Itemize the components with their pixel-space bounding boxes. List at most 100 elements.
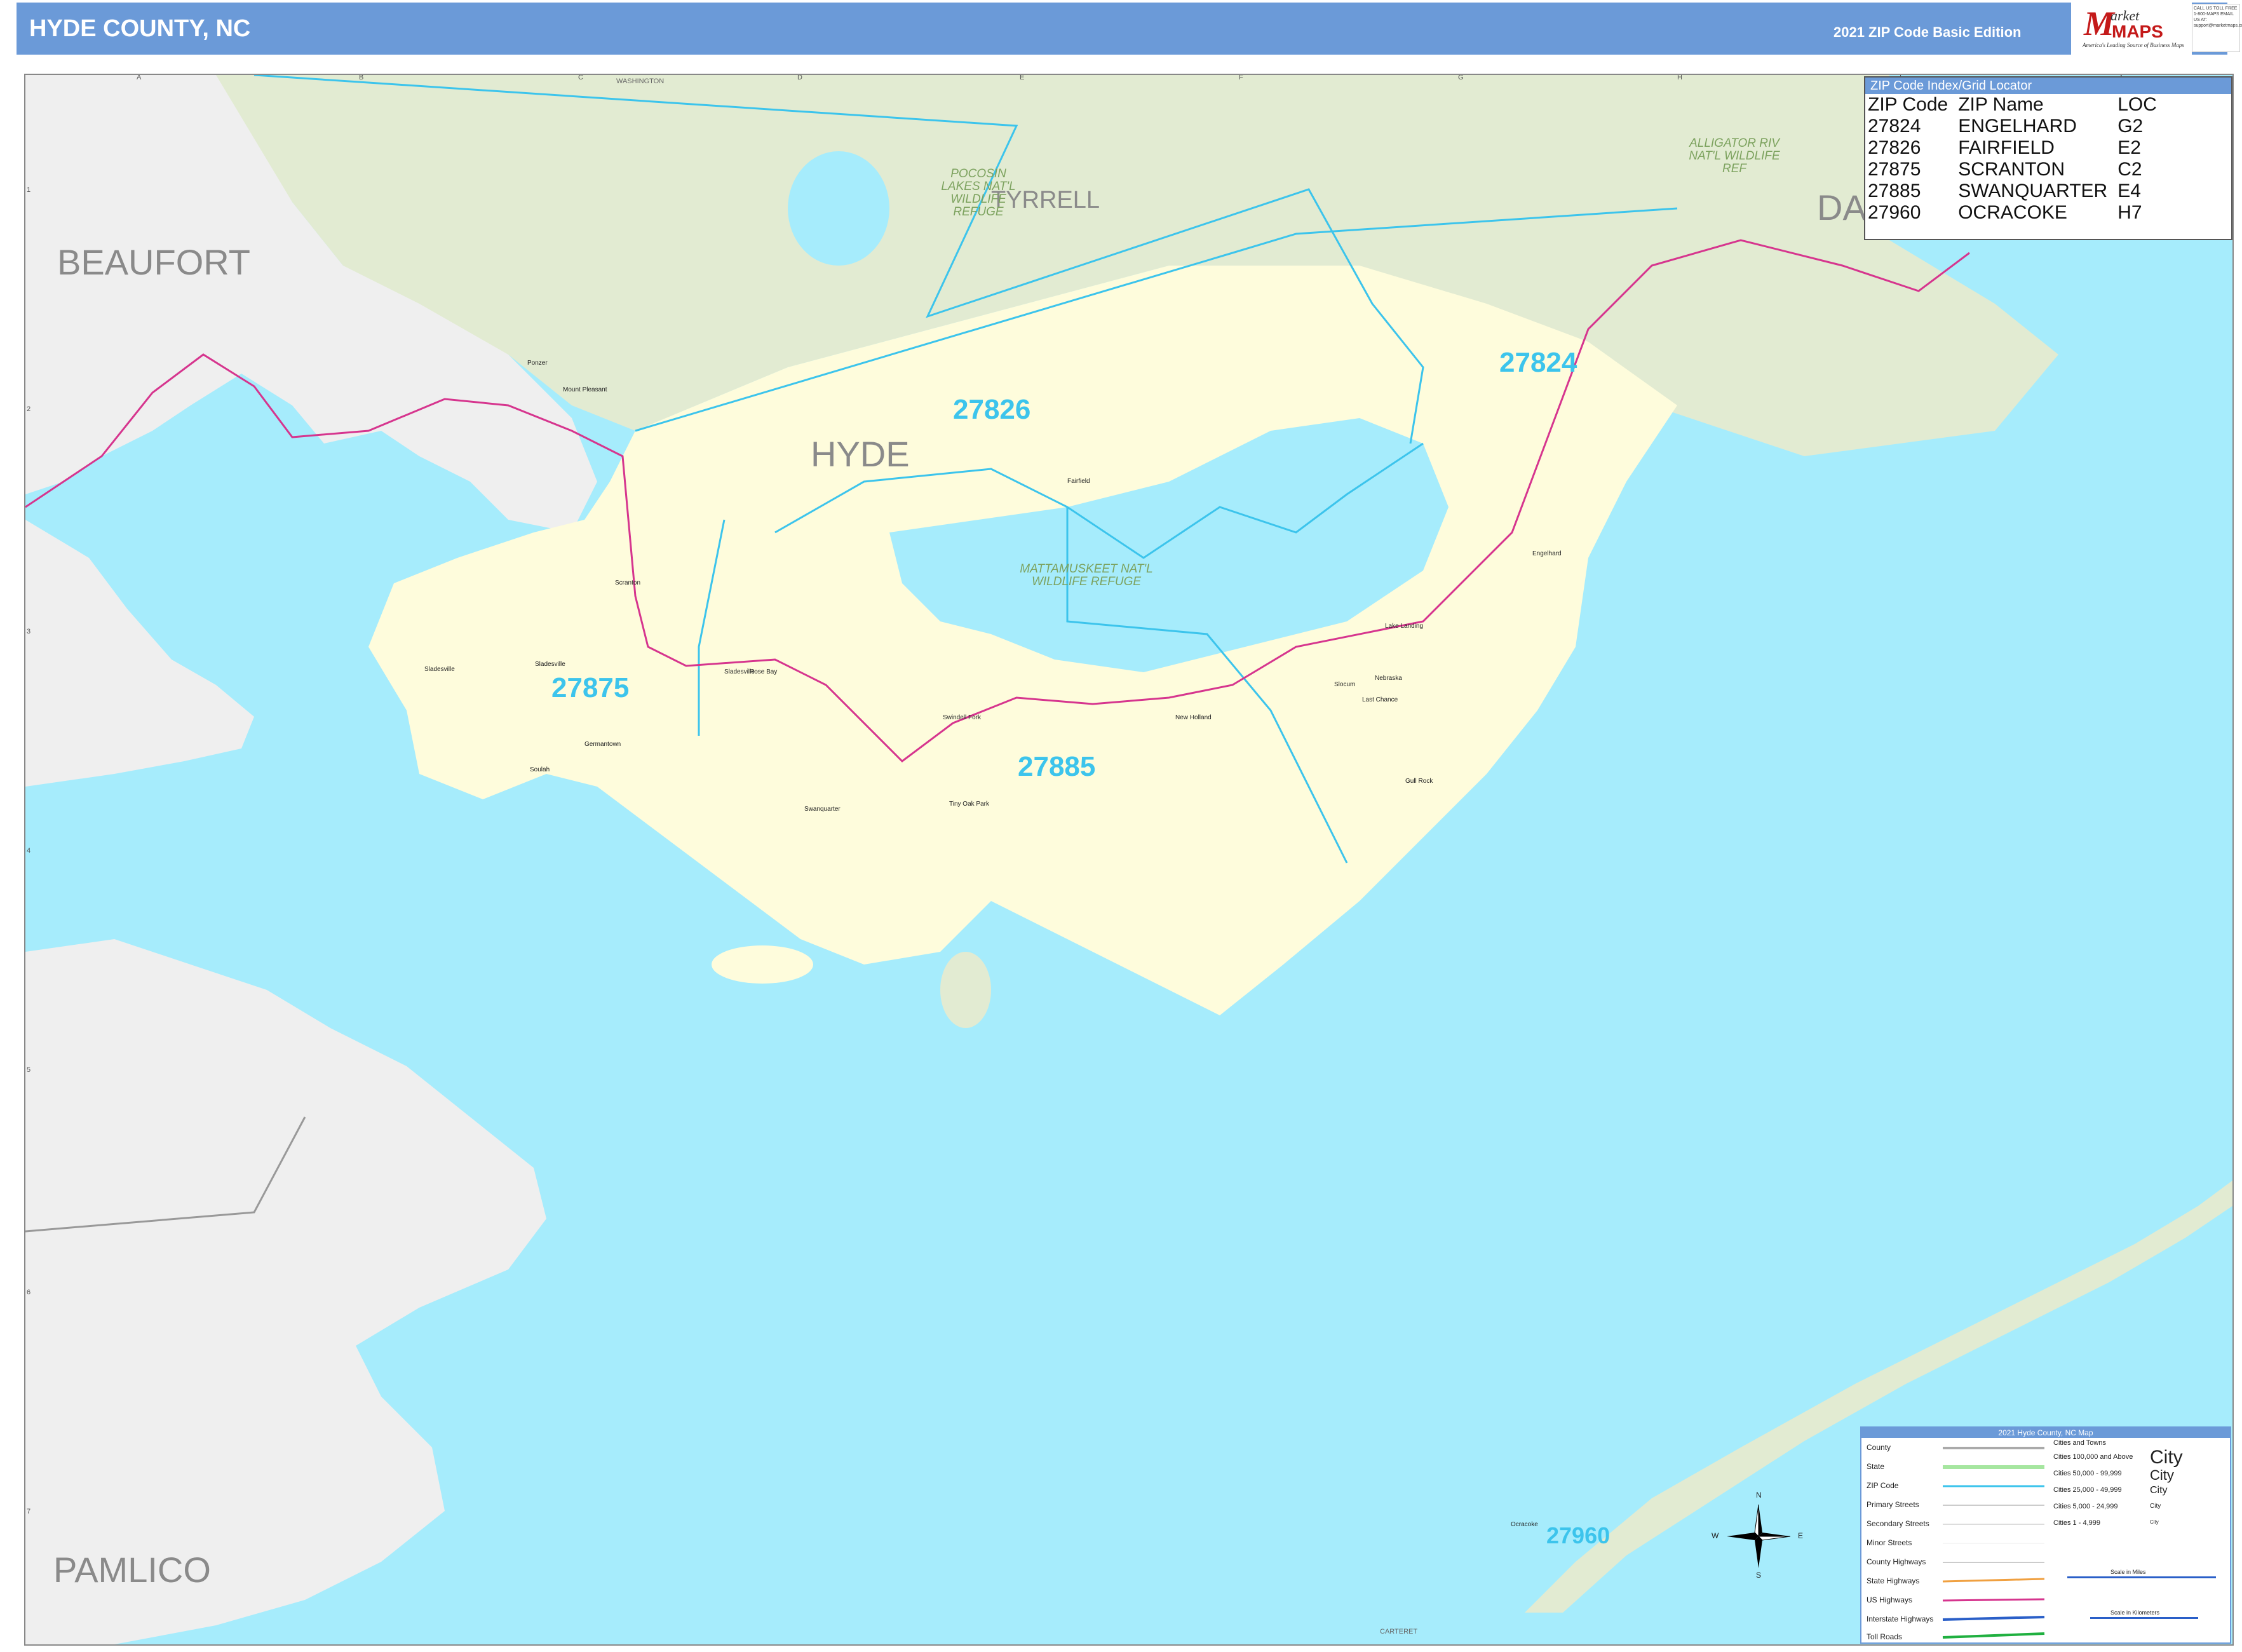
map-canvas[interactable] <box>25 75 2232 1644</box>
scale-bar-miles <box>2067 1576 2216 1578</box>
town-label: Slocum <box>1334 681 1356 688</box>
legend-city-size: Cities 25,000 - 49,999 <box>2053 1486 2122 1494</box>
zip-index-title: ZIP Code Index/Grid Locator <box>1865 78 2231 94</box>
grid-row-1: 1 <box>27 186 31 194</box>
grid-row-5: 5 <box>27 1066 31 1074</box>
legend-city-size: Cities 100,000 and Above <box>2053 1453 2133 1461</box>
legend-swatches <box>1942 1447 2045 1639</box>
legend-item: Toll Roads <box>1867 1632 1903 1641</box>
legend-city-sample: City <box>2150 1503 2161 1510</box>
legend-item: Interstate Highways <box>1867 1615 1934 1623</box>
zip-label-27826: 27826 <box>953 394 1031 425</box>
zip-label-27885: 27885 <box>1018 751 1096 782</box>
legend-item: State <box>1867 1462 1885 1471</box>
table-cell: SWANQUARTER <box>1958 180 2108 201</box>
town-label: Lake Landing <box>1385 623 1424 630</box>
map-title: HYDE COUNTY, NC <box>29 15 251 42</box>
legend-item: Primary Streets <box>1867 1500 1919 1509</box>
island <box>712 945 813 984</box>
table-cell: C2 <box>2117 159 2142 180</box>
compass-n: N <box>1756 1491 1762 1500</box>
table-row[interactable]: 27875 SCRANTON C2 <box>1868 159 2167 180</box>
table-cell: 27875 <box>1868 159 1921 180</box>
legend-city-sample: City <box>2150 1519 2159 1525</box>
pocosin-refuge-label: POCOSIN LAKES NAT'L WILDLIFE REFUGE <box>941 167 1016 219</box>
town-label: Mount Pleasant <box>563 386 607 393</box>
table-header-cell: ZIP Name <box>1958 94 2044 115</box>
legend-city-sample: City <box>2150 1485 2168 1496</box>
town-label: Sladesville <box>535 661 565 668</box>
table-cell: E2 <box>2117 137 2141 158</box>
town-label: Rose Bay <box>750 668 778 675</box>
town-label: Gull Rock <box>1405 778 1433 785</box>
grid-row-6: 6 <box>27 1289 31 1296</box>
table-cell: 27826 <box>1868 137 1921 158</box>
table-header-cell: LOC <box>2117 94 2157 115</box>
town-label: Sladesville <box>424 666 455 673</box>
grid-row-7: 7 <box>27 1508 31 1515</box>
table-row[interactable]: 27885 SWANQUARTER E4 <box>1868 180 2167 202</box>
town-label: Ponzer <box>527 360 548 367</box>
compass-w: W <box>1712 1531 1719 1540</box>
edition-label: 2021 ZIP Code Basic Edition <box>1833 24 2022 40</box>
town-label: Tiny Oak Park <box>949 801 989 808</box>
table-cell: 27960 <box>1868 202 1921 223</box>
contact-box: CALL US TOLL FREE 1-800-MAPS EMAIL US AT… <box>2192 4 2242 52</box>
map-legend: 2021 Hyde County, NC Map County State ZI… <box>1860 1426 2231 1644</box>
table-cell: SCRANTON <box>1958 159 2065 180</box>
county-label-beaufort: BEAUFORT <box>57 242 250 282</box>
town-label: Germantown <box>584 741 621 748</box>
zip-label-27875: 27875 <box>551 672 630 703</box>
grid-col-b: B <box>359 74 364 81</box>
map-frame[interactable]: A B C D E F G H I J 1 2 3 4 5 6 7 BEAUFO… <box>24 74 2234 1646</box>
town-label: Engelhard <box>1532 550 1562 557</box>
market-maps-logo[interactable]: M arket MAPS America's Leading Source of… <box>2071 0 2192 55</box>
grid-col-c: C <box>578 74 583 81</box>
legend-item: Minor Streets <box>1867 1538 1912 1547</box>
legend-city-size: Cities 1 - 4,999 <box>2053 1519 2100 1527</box>
grid-col-e: E <box>1020 74 1025 81</box>
town-label: Last Chance <box>1362 696 1398 703</box>
zip-label-27960: 27960 <box>1546 1522 1611 1548</box>
table-row[interactable]: 27960 OCRACOKE H7 <box>1868 202 2167 224</box>
grid-col-a: A <box>137 74 142 81</box>
legend-item: County Highways <box>1867 1557 1926 1566</box>
zip-label-27824: 27824 <box>1499 347 1577 378</box>
scale-bar-km <box>2090 1617 2198 1619</box>
legend-item: County <box>1867 1443 1891 1452</box>
town-label: Swanquarter <box>804 806 841 813</box>
table-cell: G2 <box>2117 116 2144 137</box>
county-label-hyde: HYDE <box>811 434 910 474</box>
legend-item: US Highways <box>1867 1595 1913 1604</box>
town-label: New Holland <box>1175 714 1212 721</box>
grid-row-2: 2 <box>27 405 31 413</box>
grid-row-3: 3 <box>27 628 31 635</box>
grid-col-g: G <box>1458 74 1464 81</box>
grid-col-f: F <box>1239 74 1243 81</box>
county-label-dare: DA <box>1817 187 1867 227</box>
town-label: Soulah <box>530 766 550 773</box>
compass-rose-icon <box>1727 1504 1791 1568</box>
table-cell: FAIRFIELD <box>1958 137 2055 158</box>
pocosin-lake <box>788 151 889 266</box>
logo-tagline: America's Leading Source of Business Map… <box>2083 42 2184 48</box>
logo-m: M <box>2084 4 2115 43</box>
table-header-cell: ZIP Code <box>1868 94 1948 115</box>
table-cell: ENGELHARD <box>1958 116 2077 137</box>
zip-index-table: ZIP Code ZIP Name LOC 27824 ENGELHARD G2… <box>1868 94 2167 224</box>
table-cell: 27824 <box>1868 116 1921 137</box>
legend-cities-heading: Cities and Towns <box>2053 1439 2106 1447</box>
county-label-pamlico: PAMLICO <box>53 1550 211 1590</box>
town-label: Scranton <box>615 579 641 586</box>
legend-scale-miles: Scale in Miles <box>2110 1569 2146 1575</box>
table-cell: 27885 <box>1868 180 1921 201</box>
table-row[interactable]: 27824 ENGELHARD G2 <box>1868 116 2167 137</box>
table-row[interactable]: 27826 FAIRFIELD E2 <box>1868 137 2167 159</box>
legend-city-sample: City <box>2150 1447 2183 1468</box>
legend-title: 2021 Hyde County, NC Map <box>1861 1428 2230 1438</box>
town-label: Nebraska <box>1375 675 1402 682</box>
table-cell: E4 <box>2117 180 2141 201</box>
compass-s: S <box>1756 1571 1762 1580</box>
grid-col-d: D <box>797 74 802 81</box>
legend-city-size: Cities 50,000 - 99,999 <box>2053 1470 2122 1477</box>
